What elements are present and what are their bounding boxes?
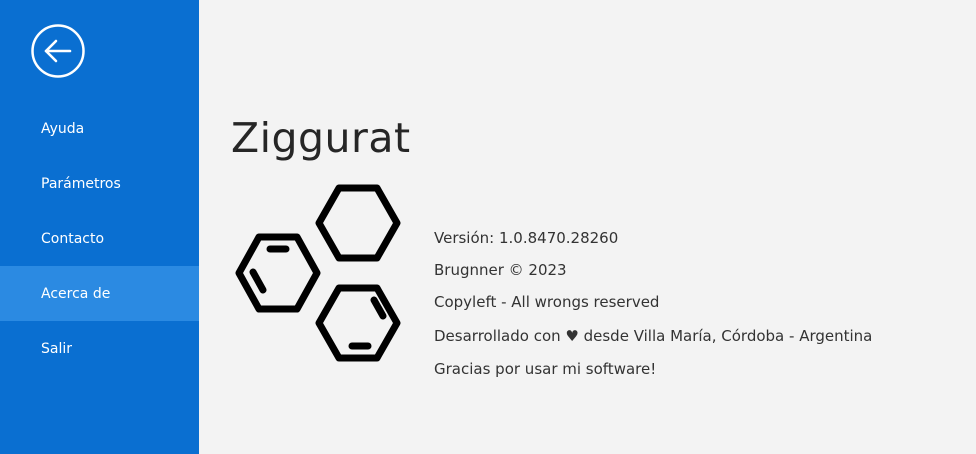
thanks-text: Gracias por usar mi software! [434, 360, 657, 378]
sidebar-item-parametros[interactable]: Parámetros [0, 156, 199, 211]
copyright-text: Brugnner © 2023 [434, 261, 567, 279]
sidebar-item-label: Ayuda [41, 120, 85, 137]
copyleft-text: Copyleft - All wrongs reserved [434, 293, 660, 311]
arrow-left-circle-icon [31, 24, 85, 78]
sidebar-item-acerca-de[interactable]: Acerca de [0, 266, 199, 321]
sidebar: Ayuda Parámetros Contacto Acerca de Sali… [0, 0, 199, 454]
version-text: Versión: 1.0.8470.28260 [434, 229, 619, 247]
sidebar-item-label: Salir [41, 340, 73, 357]
back-button[interactable] [30, 23, 86, 79]
sidebar-item-contacto[interactable]: Contacto [0, 211, 199, 266]
about-panel: Ziggurat Versión: 1.0.8470.28260 Brugnne… [199, 0, 976, 454]
sidebar-item-salir[interactable]: Salir [0, 321, 199, 376]
hexagon-molecule-logo [235, 184, 401, 362]
app-title: Ziggurat [231, 114, 411, 162]
credits-text: Desarrollado con ♥ desde Villa María, Có… [434, 327, 873, 345]
about-window: Ayuda Parámetros Contacto Acerca de Sali… [0, 0, 976, 454]
sidebar-item-label: Contacto [41, 230, 105, 247]
sidebar-item-ayuda[interactable]: Ayuda [0, 101, 199, 156]
sidebar-item-label: Acerca de [41, 285, 111, 302]
sidebar-item-label: Parámetros [41, 175, 121, 192]
